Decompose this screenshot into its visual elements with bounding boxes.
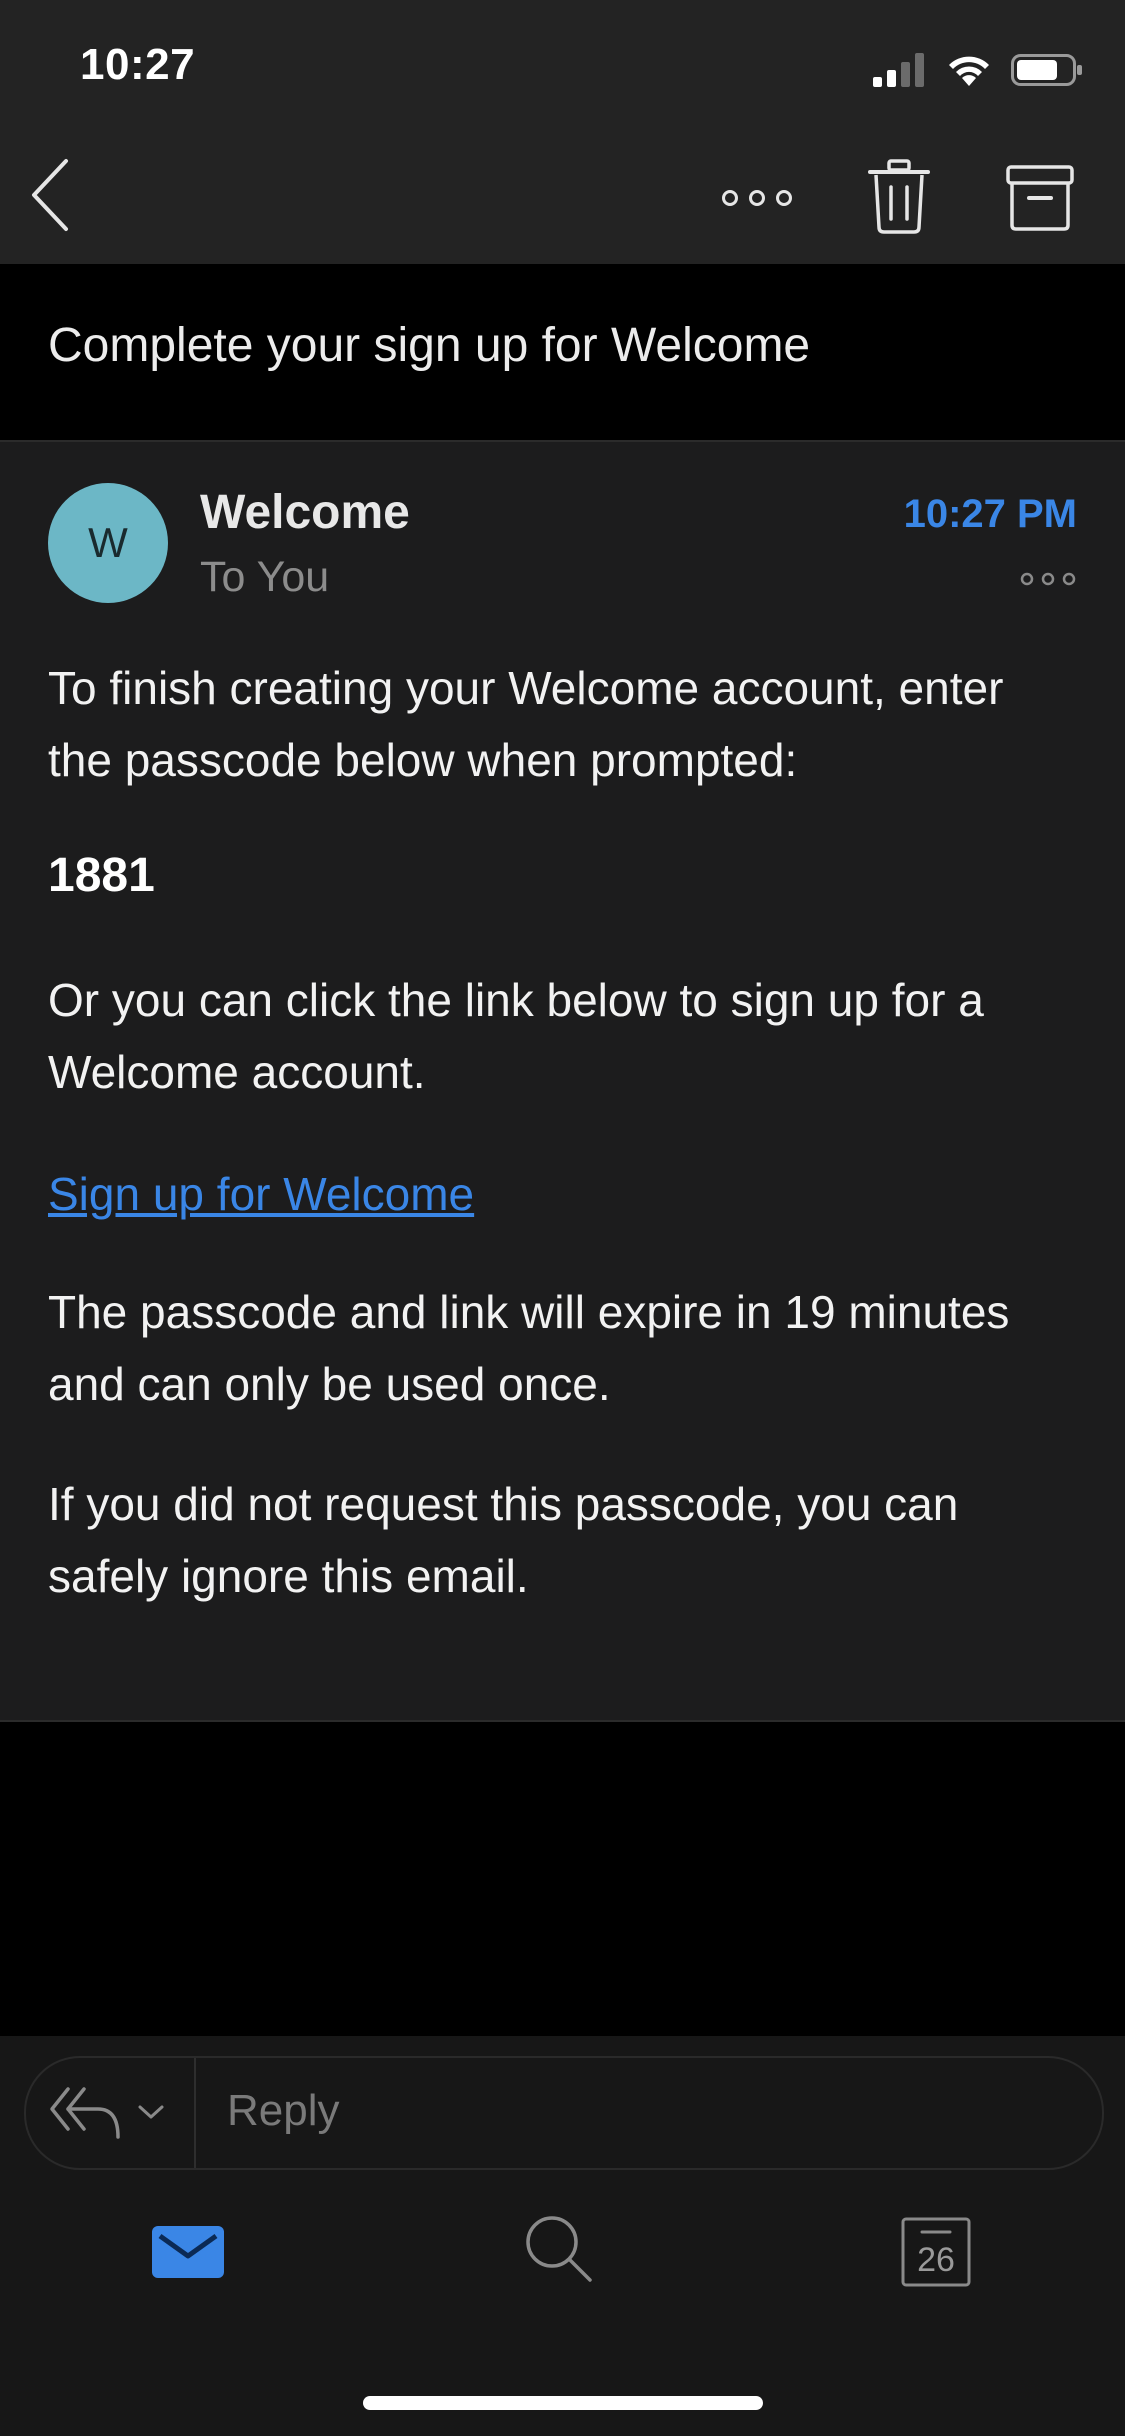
mail-icon — [152, 2226, 224, 2278]
cellular-signal-icon — [873, 53, 924, 87]
body-paragraph-4: If you did not request this passcode, yo… — [48, 1478, 959, 1602]
home-indicator[interactable] — [363, 2396, 763, 2410]
tab-search[interactable] — [522, 2212, 596, 2286]
tab-calendar[interactable]: 26 — [900, 2216, 972, 2288]
passcode: 1881 — [48, 849, 155, 902]
sent-time: 10:27 PM — [903, 492, 1077, 536]
status-icons — [873, 50, 1083, 90]
sign-up-link[interactable]: Sign up for Welcome — [48, 1158, 474, 1230]
archive-icon — [1006, 165, 1074, 231]
message-more-button[interactable] — [1019, 570, 1077, 588]
more-horizontal-icon — [722, 190, 792, 206]
archive-button[interactable] — [1000, 160, 1080, 236]
body-paragraph-1: To finish creating your Welcome account,… — [48, 662, 1004, 786]
more-horizontal-icon — [1020, 572, 1076, 586]
back-button[interactable] — [20, 150, 80, 240]
calendar-day-number: 26 — [917, 2240, 955, 2279]
delete-button[interactable] — [862, 155, 936, 239]
chevron-left-icon — [32, 159, 68, 231]
reply-options-button[interactable] — [48, 2080, 178, 2144]
sender-avatar[interactable]: W — [48, 483, 168, 603]
wifi-icon — [949, 56, 989, 86]
trash-icon — [868, 159, 930, 234]
sender-name[interactable]: Welcome — [200, 485, 410, 540]
chevron-down-icon — [138, 2105, 164, 2119]
avatar-initial: W — [88, 519, 128, 566]
body-paragraph-2: Or you can click the link below to sign … — [48, 974, 984, 1098]
body-paragraph-3: The passcode and link will expire in 19 … — [48, 1286, 1010, 1410]
reply-input[interactable]: Reply — [227, 2086, 340, 2136]
tab-mail[interactable] — [148, 2220, 228, 2284]
battery-icon — [1011, 54, 1082, 86]
status-time: 10:27 — [80, 40, 196, 89]
search-icon — [526, 2216, 592, 2282]
reply-bar[interactable] — [24, 2056, 1104, 2170]
recipient-line[interactable]: To You — [200, 553, 329, 602]
more-options-button[interactable] — [712, 170, 802, 226]
reply-all-icon — [50, 2087, 120, 2139]
email-subject: Complete your sign up for Welcome — [48, 319, 811, 372]
reply-divider — [194, 2058, 196, 2168]
